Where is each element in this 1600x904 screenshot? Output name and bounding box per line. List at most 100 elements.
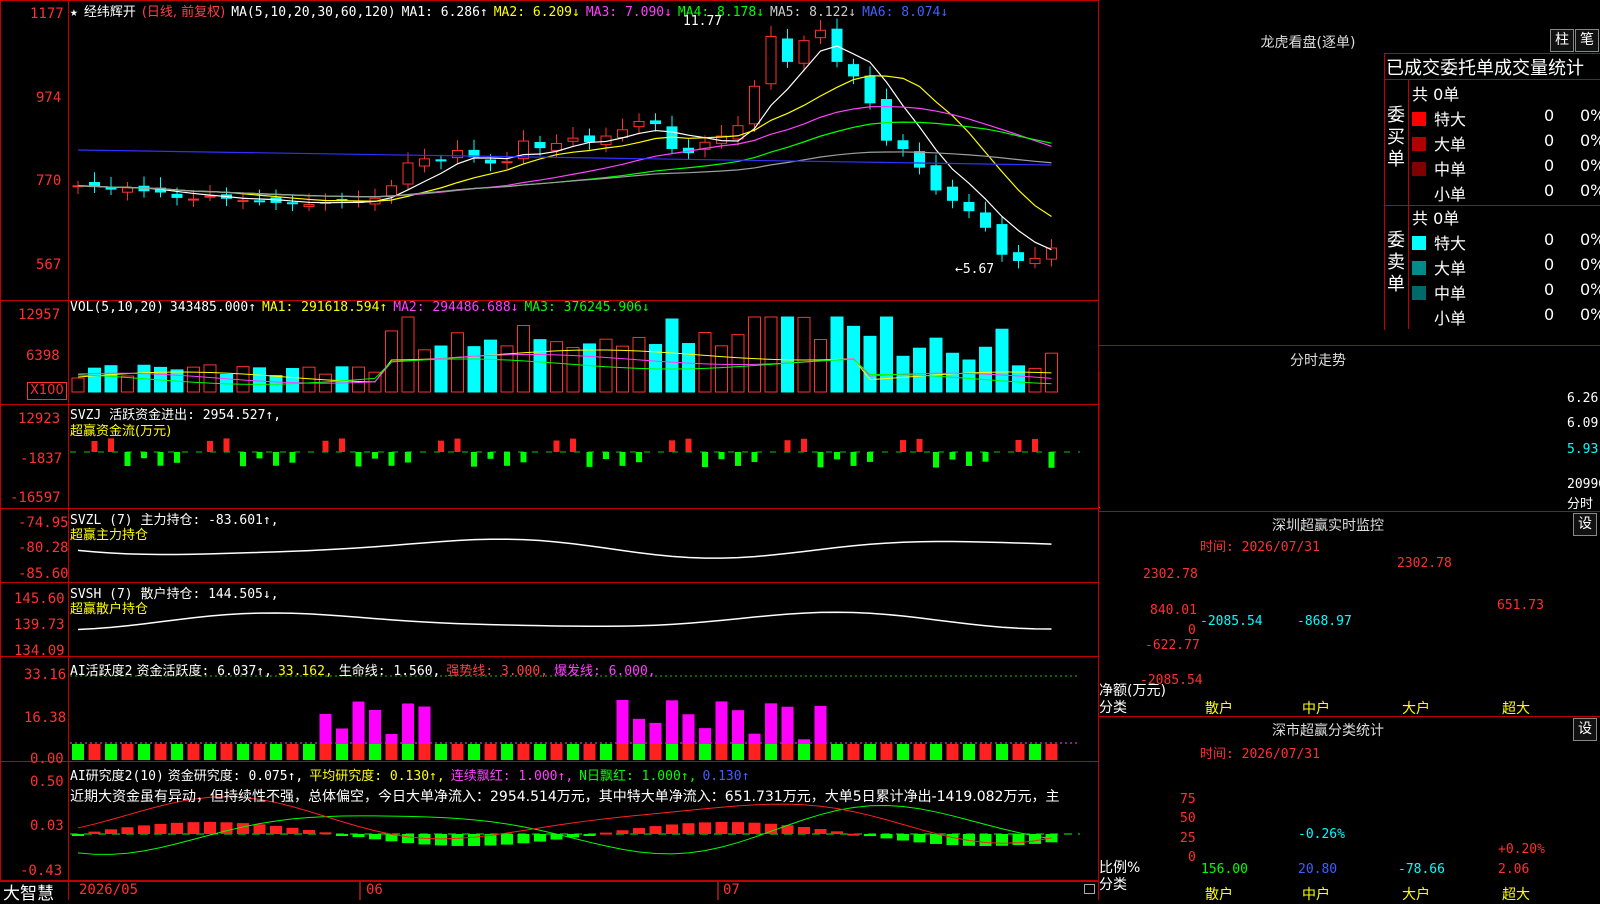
candle-body bbox=[749, 85, 760, 125]
ai1-base-bar bbox=[534, 744, 546, 760]
ai1-base-bar bbox=[649, 744, 662, 760]
ai1-base-bar bbox=[336, 744, 348, 760]
stock-name[interactable]: 经纬辉开 bbox=[84, 5, 136, 20]
svzj-bar bbox=[619, 452, 626, 466]
candle-body bbox=[171, 193, 183, 198]
szc-axis-3: 25 bbox=[1180, 831, 1196, 846]
ai2-bar bbox=[1012, 834, 1025, 846]
sz-monitor-settings-button[interactable]: 设 bbox=[1573, 513, 1597, 536]
svzl-axis-top: -74.95 bbox=[18, 515, 69, 531]
svzj-bar bbox=[174, 452, 180, 463]
svzj-bar bbox=[157, 452, 164, 466]
volume-bar bbox=[401, 316, 415, 393]
svzj-bar bbox=[1015, 439, 1022, 452]
ai2-bar bbox=[88, 831, 101, 834]
candle-body bbox=[254, 200, 265, 203]
price-axis-974: 974 bbox=[36, 90, 62, 106]
ai1-base-bar bbox=[220, 744, 233, 760]
ai2-bar bbox=[996, 834, 1008, 846]
ai1-base-bar bbox=[930, 744, 942, 760]
svzj-bar bbox=[751, 452, 758, 463]
candle-body bbox=[980, 212, 991, 228]
candle-body bbox=[435, 159, 447, 162]
sz-monitor-time: 时间: 2026/07/31 bbox=[1200, 540, 1320, 555]
ai2-bar bbox=[864, 834, 876, 837]
ai2-bar bbox=[468, 834, 480, 846]
volume-bar bbox=[698, 331, 712, 393]
ai2-bar bbox=[270, 825, 282, 834]
period-label[interactable]: (日线, 前复权) bbox=[142, 5, 225, 20]
candle-body bbox=[501, 161, 513, 164]
brand-label: 大智慧 bbox=[3, 884, 54, 904]
ai2-bar bbox=[237, 823, 249, 834]
svzj-bar bbox=[124, 452, 131, 467]
sell-side-label: 委卖单 bbox=[1387, 230, 1405, 295]
ai2-comment: 近期大资金虽有异动，但持续性不强，总体偏空，今日大单净流入：2954.514万元… bbox=[70, 789, 1060, 805]
szc-ylabel-2: 分类 bbox=[1099, 877, 1127, 893]
candle-body bbox=[947, 186, 958, 201]
tick-mode-button[interactable]: 笔 bbox=[1575, 29, 1599, 52]
buy-pct: 0% bbox=[1580, 156, 1600, 175]
ai1-axis-top: 33.16 bbox=[24, 667, 67, 683]
svzj-bar bbox=[273, 452, 279, 466]
sell-label: 大单 bbox=[1434, 259, 1467, 278]
bar-mode-button[interactable]: 柱 bbox=[1550, 29, 1574, 52]
sz-class-settings-button[interactable]: 设 bbox=[1573, 718, 1597, 741]
volume-bar bbox=[434, 345, 448, 393]
buy-pct: 0% bbox=[1580, 106, 1600, 125]
ai2-bar bbox=[946, 834, 959, 846]
ai1-base-bar bbox=[402, 744, 414, 760]
volume-bar bbox=[302, 366, 316, 393]
volume-bar bbox=[632, 336, 646, 393]
candle-body bbox=[1029, 257, 1041, 265]
ai1-base-bar bbox=[996, 744, 1008, 760]
svzj-bar bbox=[223, 438, 230, 452]
svzj-bar bbox=[570, 438, 576, 452]
main-title-row: ★ 经纬辉开 (日线, 前复权) MA(5,10,20,30,60,120) MA1: … bbox=[70, 1, 954, 20]
svzj-bar bbox=[834, 452, 840, 460]
svzj-bar bbox=[817, 452, 824, 468]
buy-label: 特大 bbox=[1434, 110, 1467, 129]
svzj-bar bbox=[520, 452, 527, 463]
volume-bar bbox=[715, 345, 728, 393]
sz-cat-label: 散户 bbox=[1205, 701, 1233, 717]
favorite-star-icon[interactable]: ★ bbox=[70, 5, 78, 20]
volume-bar bbox=[797, 316, 811, 393]
ai2-axis-top: 0.50 bbox=[30, 774, 64, 790]
volume-bar bbox=[913, 347, 926, 393]
candle-body bbox=[650, 120, 661, 125]
candle-body bbox=[633, 121, 645, 128]
ai1-base-bar bbox=[732, 744, 744, 760]
sell-total: 共 0单 bbox=[1412, 209, 1460, 228]
candle-body bbox=[848, 64, 859, 77]
ai2-bar bbox=[649, 826, 662, 834]
sz-axis-4: -622.77 bbox=[1145, 638, 1200, 653]
candle-body bbox=[419, 158, 430, 167]
ma-line bbox=[77, 151, 1052, 198]
sell-count: 0 bbox=[1544, 305, 1555, 324]
svzj-bar bbox=[108, 438, 114, 452]
svzj-bar bbox=[801, 438, 807, 452]
ai1-v4: 强势线: 3.000, bbox=[446, 664, 548, 679]
ai2-axis-bot: -0.43 bbox=[20, 863, 63, 879]
volume-bar bbox=[863, 335, 877, 393]
candle-body bbox=[386, 185, 397, 197]
szc-axis-4: 0 bbox=[1188, 850, 1196, 865]
ma6-value: MA6: 8.074↓ bbox=[862, 5, 949, 20]
vol-ma2: MA2: 294486.688↓ bbox=[393, 300, 519, 315]
candle-body bbox=[782, 38, 793, 62]
ai1-base-bar bbox=[171, 744, 183, 760]
buy-total: 共 0单 bbox=[1412, 85, 1460, 104]
sell-color-swatch bbox=[1412, 261, 1426, 275]
lock-icon[interactable] bbox=[1084, 884, 1095, 894]
ai1-name: AI活跃度2 bbox=[70, 664, 133, 679]
sell-pct: 0% bbox=[1580, 280, 1600, 299]
ai2-name: AI研究度2(10) bbox=[70, 769, 164, 784]
vol-unit-x100[interactable]: X100 bbox=[27, 382, 67, 400]
sell-count: 0 bbox=[1544, 255, 1555, 274]
szc-value-label: 2.06 bbox=[1498, 862, 1530, 877]
svzj-bar bbox=[553, 440, 560, 452]
buy-row: 特大 bbox=[1412, 106, 1466, 130]
ai2-bar bbox=[138, 825, 150, 834]
svzl-axis-mid: -80.28 bbox=[18, 540, 69, 556]
